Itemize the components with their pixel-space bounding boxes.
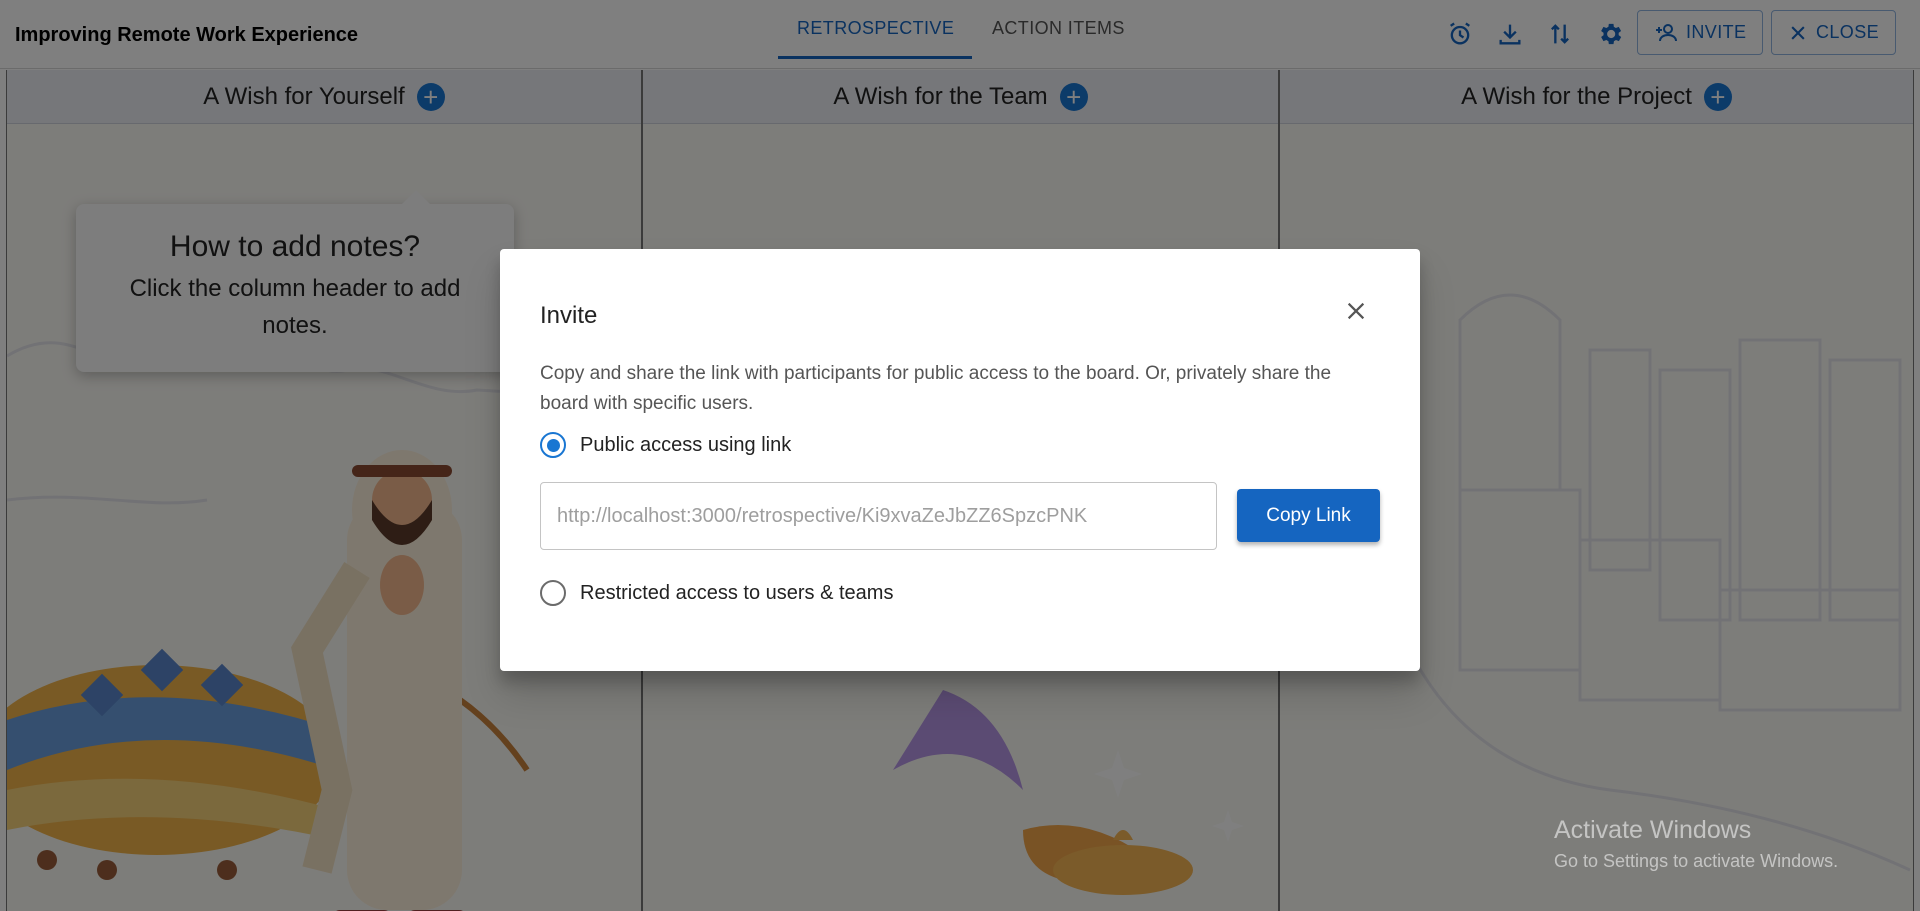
watermark-title: Activate Windows <box>1554 816 1752 844</box>
watermark-subtitle: Go to Settings to activate Windows. <box>1554 851 1839 871</box>
radio-unselected-icon[interactable] <box>540 580 566 606</box>
windows-activation-watermark: Activate Windows Go to Settings to activ… <box>1554 816 1838 872</box>
public-access-option[interactable]: Public access using link <box>540 432 791 458</box>
restricted-access-option[interactable]: Restricted access to users & teams <box>540 580 893 606</box>
copy-link-button[interactable]: Copy Link <box>1237 489 1380 542</box>
dialog-title: Invite <box>540 302 598 329</box>
restricted-access-label: Restricted access to users & teams <box>580 581 894 604</box>
share-link-field[interactable] <box>540 482 1217 550</box>
close-icon[interactable] <box>1338 293 1374 329</box>
invite-dialog: Invite Copy and share the link with part… <box>500 249 1420 671</box>
radio-selected-icon[interactable] <box>540 432 566 458</box>
dialog-description: Copy and share the link with participant… <box>540 363 1332 414</box>
public-access-label: Public access using link <box>580 433 792 456</box>
